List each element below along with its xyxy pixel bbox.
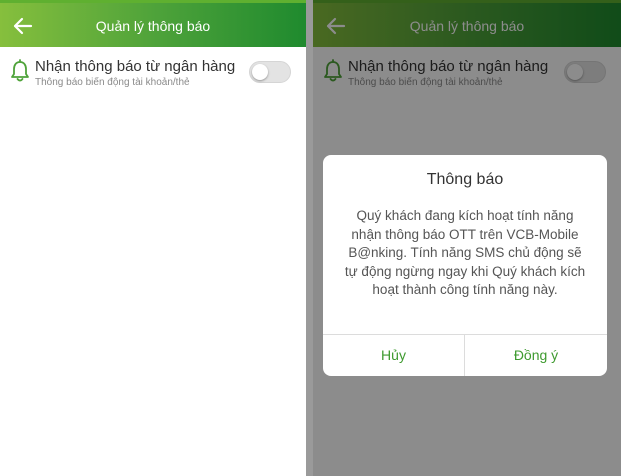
notification-setting-row: Nhận thông báo từ ngân hàng Thông báo bi… (0, 47, 306, 95)
dialog-actions: Hủy Đồng ý (323, 334, 607, 376)
setting-subtitle: Thông báo biến động tài khoản/thẻ (35, 77, 190, 88)
confirm-button[interactable]: Đồng ý (465, 335, 607, 376)
screen-divider (306, 0, 313, 476)
page-title: Quản lý thông báo (95, 18, 211, 34)
notification-settings-screen-with-dialog: Quản lý thông báo Nhận thông báo từ ngân… (313, 0, 621, 476)
confirm-dialog: Thông báo Quý khách đang kích hoạt tính … (323, 155, 607, 376)
notification-settings-screen: Quản lý thông báo Nhận thông báo từ ngân… (0, 0, 306, 476)
bell-icon (11, 59, 29, 82)
setting-title: Nhận thông báo từ ngân hàng (35, 58, 236, 75)
notification-toggle[interactable] (249, 61, 291, 83)
app-header: Quản lý thông báo (0, 0, 306, 47)
toggle-knob (252, 64, 268, 80)
dialog-message: Quý khách đang kích hoạt tính năng nhận … (344, 208, 586, 297)
cancel-button[interactable]: Hủy (323, 335, 465, 376)
dialog-title: Thông báo (426, 171, 504, 188)
